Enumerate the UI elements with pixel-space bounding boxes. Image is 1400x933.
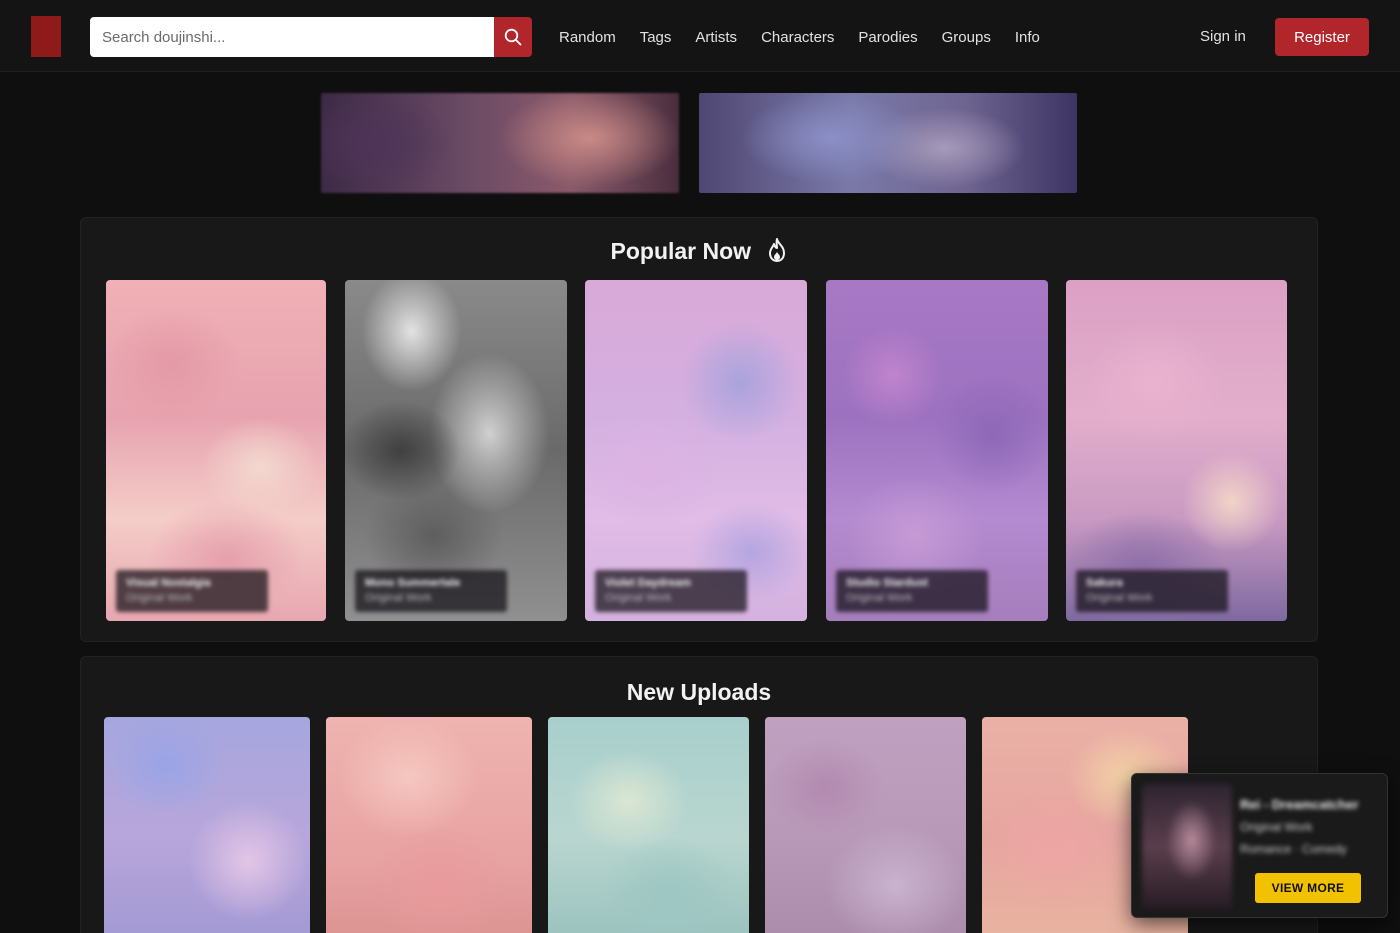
nav-artists[interactable]: Artists: [695, 29, 737, 46]
nav-random[interactable]: Random: [559, 29, 616, 46]
popup-subtitle: Original Work: [1240, 820, 1313, 834]
popular-card[interactable]: Studio Stardust Original Work: [826, 280, 1048, 621]
popular-card[interactable]: Visual Nostalgia Original Work: [106, 280, 326, 621]
register-button[interactable]: Register: [1275, 18, 1369, 56]
card-caption: Sakura Original Work: [1076, 570, 1228, 612]
search-bar: [90, 17, 532, 57]
top-navigation-bar: Random Tags Artists Characters Parodies …: [0, 0, 1400, 72]
search-icon: [504, 28, 522, 46]
nav-tags[interactable]: Tags: [640, 29, 672, 46]
search-button[interactable]: [494, 17, 532, 57]
new-upload-card[interactable]: [548, 717, 749, 933]
popup-thumbnail[interactable]: [1142, 784, 1232, 909]
nav-groups[interactable]: Groups: [942, 29, 991, 46]
nav-parodies[interactable]: Parodies: [858, 29, 917, 46]
popular-card[interactable]: Mono Summertale Original Work: [345, 280, 567, 621]
site-logo[interactable]: [31, 16, 61, 57]
new-upload-card[interactable]: [326, 717, 532, 933]
popular-card[interactable]: Violet Daydream Original Work: [585, 280, 807, 621]
popular-now-heading: Popular Now: [81, 238, 1317, 265]
popup-tags: Romance · Comedy: [1240, 842, 1347, 856]
new-uploads-title: New Uploads: [626, 679, 772, 705]
fire-icon: [769, 238, 786, 262]
popular-card[interactable]: Sakura Original Work: [1066, 280, 1287, 621]
card-caption: Violet Daydream Original Work: [595, 570, 747, 612]
popular-now-section: Popular Now Visual Nostalgia Original Wo…: [80, 217, 1318, 642]
new-upload-card[interactable]: [765, 717, 966, 933]
ad-banner-right[interactable]: [699, 93, 1077, 193]
popup-title: Rei - Dreamcatcher: [1240, 797, 1359, 812]
ad-banner-left[interactable]: [321, 93, 679, 193]
new-upload-card[interactable]: [104, 717, 310, 933]
search-input[interactable]: [90, 17, 494, 57]
popular-now-title: Popular Now: [610, 238, 752, 264]
nav-characters[interactable]: Characters: [761, 29, 834, 46]
nav-info[interactable]: Info: [1015, 29, 1040, 46]
card-caption: Visual Nostalgia Original Work: [116, 570, 268, 612]
card-caption: Mono Summertale Original Work: [355, 570, 507, 612]
popup-details: Rei - Dreamcatcher Original Work Romance…: [1240, 794, 1380, 860]
sign-in-link[interactable]: Sign in: [1200, 28, 1246, 45]
view-more-button[interactable]: VIEW MORE: [1255, 873, 1361, 903]
recommendation-popup[interactable]: Rei - Dreamcatcher Original Work Romance…: [1131, 773, 1388, 918]
card-caption: Studio Stardust Original Work: [836, 570, 988, 612]
main-nav: Random Tags Artists Characters Parodies …: [559, 26, 1064, 48]
